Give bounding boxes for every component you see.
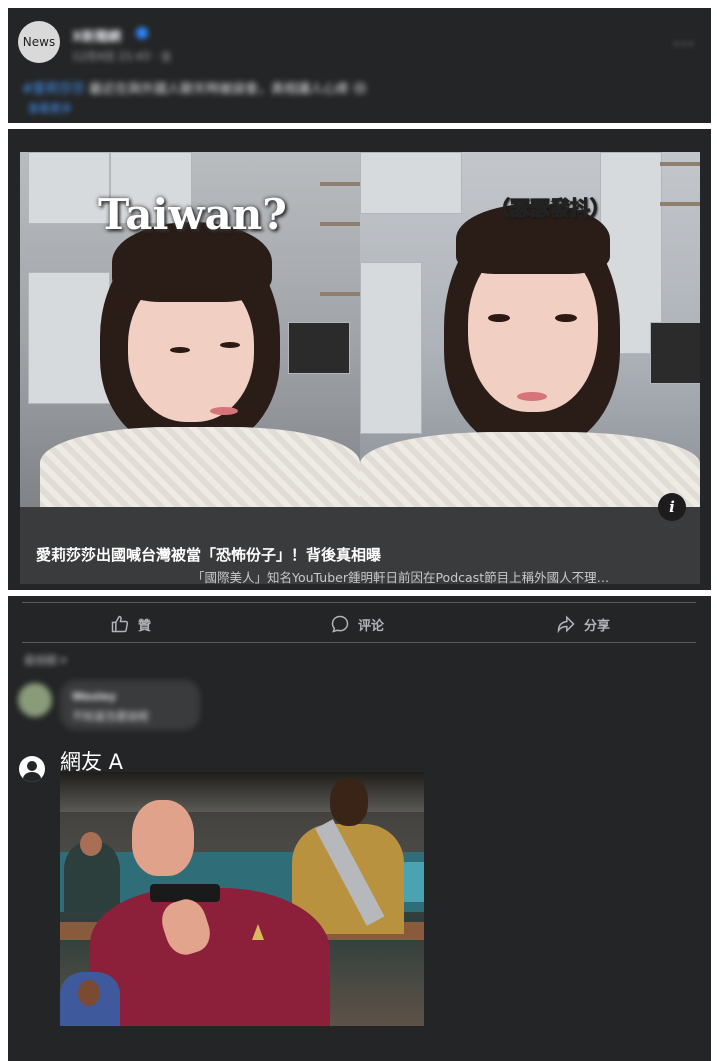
post-header: News X新聞網 12月4日 21:43 · 全 ··· #愛莉莎莎 最近在與… (8, 8, 711, 123)
thumbs-up-icon (111, 615, 129, 633)
overlay-text-taiwan: Taiwan? (98, 190, 287, 239)
like-label: 贊 (138, 618, 152, 634)
link-preview-image[interactable]: Taiwan? （瑟瑟發抖） (20, 152, 700, 507)
comment-label: 评论 (358, 618, 385, 634)
post-text: #愛莉莎莎 最近在與外國人聊天時被誤會，真相讓人心疼 😢 (22, 78, 662, 97)
page-name[interactable]: X新聞網 (72, 26, 121, 45)
screenshot-gap (8, 590, 711, 596)
comment-text: 不知道怎麼說呢 (72, 710, 149, 723)
share-arrow-icon (557, 615, 575, 634)
image-left-panel: Taiwan? (20, 152, 360, 507)
post-card: News X新聞網 12月4日 21:43 · 全 ··· #愛莉莎莎 最近在與… (8, 8, 711, 1061)
comment-author[interactable]: Wesley (72, 690, 116, 703)
page-avatar[interactable]: News (18, 21, 60, 63)
action-bar-divider (22, 642, 696, 643)
verified-badge-icon (136, 27, 148, 39)
action-bar-divider (22, 602, 696, 603)
comment-button[interactable]: 评论 (330, 613, 384, 635)
post-timestamp[interactable]: 12月4日 21:43 · 全 (72, 48, 172, 64)
page-avatar-label: News (22, 35, 56, 49)
share-label: 分享 (584, 618, 611, 634)
share-button[interactable]: 分享 (556, 613, 610, 635)
user-avatar-icon[interactable] (19, 756, 45, 782)
link-title[interactable]: 愛莉莎莎出國喊台灣被當「恐怖份子」！背後真相曝 (36, 544, 381, 565)
more-options-icon[interactable]: ··· (673, 32, 695, 56)
link-description[interactable]: 「國際美人」知名YouTuber鍾明軒日前因在Podcast節目上稱外國人不理… (192, 567, 692, 584)
post-hashtag[interactable]: #愛莉莎莎 (22, 82, 85, 97)
like-button[interactable]: 贊 (110, 613, 151, 635)
overlay-text-shiver: （瑟瑟發抖） (490, 196, 611, 221)
link-preview-card[interactable]: Taiwan? （瑟瑟發抖） i 愛莉莎莎出國喊台灣被當「恐怖份子」！背後真相曝 (20, 152, 700, 584)
image-right-panel: （瑟瑟發抖） (360, 152, 700, 507)
meme-image[interactable] (60, 772, 424, 1026)
speech-bubble-icon (331, 615, 349, 633)
see-more-link[interactable]: 查看更多 (28, 100, 72, 116)
avatar[interactable] (18, 683, 52, 717)
post-body: 最近在與外國人聊天時被誤會，真相讓人心疼 😢 (89, 82, 367, 97)
info-icon[interactable]: i (658, 493, 686, 521)
screenshot-gap (8, 123, 711, 129)
comment-sort-dropdown[interactable]: 最相關 ▾ (24, 652, 66, 668)
